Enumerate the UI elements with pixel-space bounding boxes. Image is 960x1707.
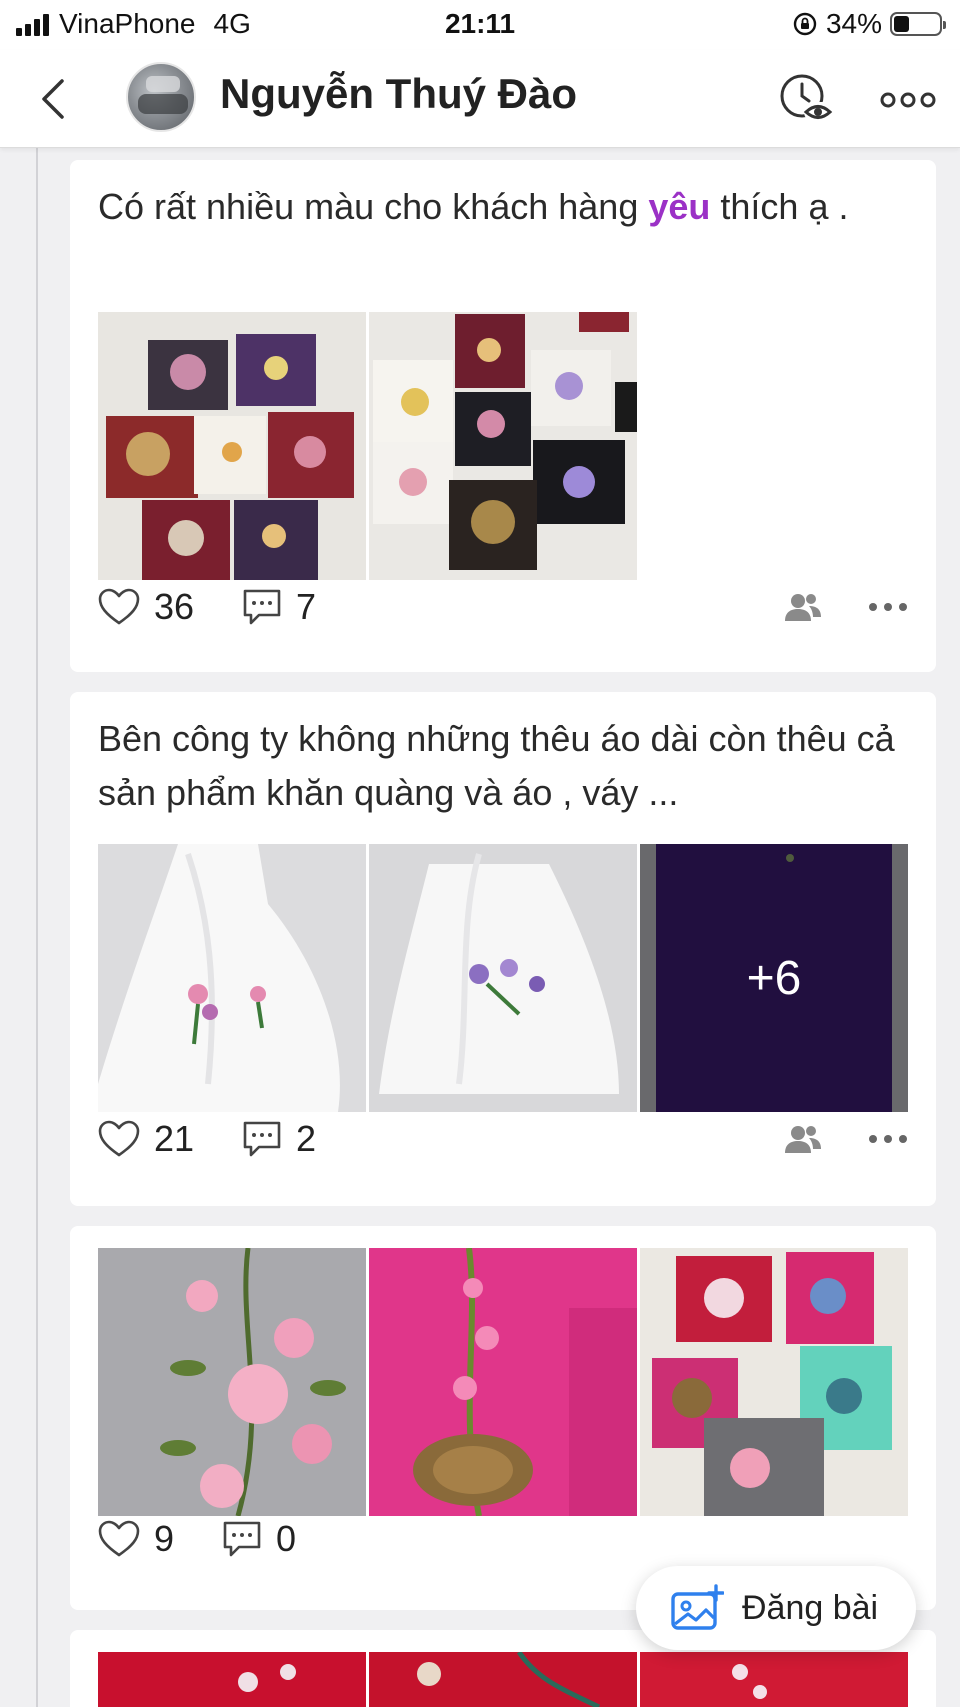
post-card: 9 0 (70, 1226, 936, 1610)
photo-thumbnail[interactable] (98, 312, 366, 580)
photo-grid (98, 312, 637, 580)
photo-thumbnail[interactable] (369, 312, 637, 580)
photo-grid: +6 (98, 844, 908, 1112)
timeline-rail (36, 148, 38, 1707)
post-more-icon[interactable] (868, 1134, 908, 1144)
post-text-part: Có rất nhiều màu cho khách hàng (98, 186, 649, 227)
photo-thumbnail[interactable] (98, 1248, 366, 1516)
create-post-button[interactable]: Đăng bài (636, 1566, 916, 1650)
page-title: Nguyễn Thuý Đào (220, 70, 578, 117)
comment-button[interactable]: 0 (222, 1518, 296, 1560)
photo-grid (98, 1248, 908, 1516)
status-bar: VinaPhone 4G 21:11 34% (0, 0, 960, 50)
heart-icon (98, 588, 140, 625)
post-actions: 9 0 (98, 1514, 908, 1564)
like-count: 36 (154, 586, 195, 627)
comment-icon (243, 1121, 281, 1157)
embroidered-fabrics-image (98, 312, 366, 580)
battery-fill (894, 16, 909, 32)
create-post-label: Đăng bài (742, 1588, 879, 1627)
photo-thumbnail[interactable] (369, 1248, 637, 1516)
post-card: Bên công ty không những thêu áo dài còn … (70, 692, 936, 1206)
photo-thumbnail[interactable] (369, 1652, 637, 1707)
friends-privacy-icon[interactable] (784, 1124, 822, 1154)
status-right: 34% (792, 8, 946, 40)
folded-fabrics-image (640, 1248, 908, 1516)
red-fabric-image (98, 1652, 366, 1707)
heart-icon (98, 1120, 140, 1157)
orientation-lock-icon (793, 12, 817, 36)
post-text: Bên công ty không những thêu áo dài còn … (98, 718, 895, 813)
heart-icon (98, 1520, 140, 1557)
like-button[interactable]: 36 (98, 586, 194, 628)
profile-header: Nguyễn Thuý Đào (0, 50, 960, 148)
battery-percent: 34% (825, 8, 882, 39)
more-photos-count: +6 (640, 844, 908, 1112)
post-text-highlight: yêu (648, 186, 711, 227)
photo-grid (98, 1652, 908, 1707)
like-button[interactable]: 9 (98, 1518, 174, 1560)
post-text: Có rất nhiều màu cho khách hàng yêu thíc… (98, 180, 912, 234)
comment-count: 2 (296, 1118, 317, 1159)
post-card: Có rất nhiều màu cho khách hàng yêu thíc… (70, 160, 936, 672)
photo-thumbnail[interactable] (369, 844, 637, 1112)
comment-count: 0 (276, 1518, 297, 1559)
clock-eye-icon (780, 74, 833, 122)
back-button[interactable] (28, 72, 78, 126)
comment-icon (243, 589, 281, 625)
add-photo-icon (671, 1584, 724, 1630)
avatar[interactable] (126, 62, 196, 132)
photo-thumbnail[interactable] (640, 1248, 908, 1516)
photo-thumbnail[interactable] (98, 1652, 366, 1707)
friends-privacy-icon[interactable] (784, 592, 822, 622)
more-horizontal-icon (880, 92, 936, 108)
post-more-icon[interactable] (868, 602, 908, 612)
post-meta-actions (784, 592, 908, 622)
red-fabric-image (640, 1652, 908, 1707)
photo-thumbnail-more[interactable]: +6 (640, 844, 908, 1112)
like-count: 21 (154, 1118, 195, 1159)
post-actions: 21 2 (98, 1114, 908, 1164)
battery-icon (890, 12, 946, 36)
white-scarf-image (369, 844, 637, 1112)
comment-icon (223, 1521, 261, 1557)
post-meta-actions (784, 1124, 908, 1154)
post-text-part: thích ạ . (710, 186, 849, 227)
photo-thumbnail[interactable] (640, 1652, 908, 1707)
comment-button[interactable]: 7 (242, 586, 316, 628)
white-scarf-image (98, 844, 366, 1112)
red-fabric-image (369, 1652, 637, 1707)
comment-button[interactable]: 2 (242, 1118, 316, 1160)
comment-count: 7 (296, 586, 317, 627)
grey-fabric-roses-image (98, 1248, 366, 1516)
pink-fabric-orchids-image (369, 1248, 637, 1516)
more-button[interactable] (878, 72, 938, 128)
photo-thumbnail[interactable] (98, 844, 366, 1112)
history-button[interactable] (776, 72, 836, 128)
post-actions: 36 7 (98, 582, 908, 632)
like-count: 9 (154, 1518, 175, 1559)
like-button[interactable]: 21 (98, 1118, 194, 1160)
embroidered-fabrics-image (369, 312, 637, 580)
chevron-left-icon (42, 79, 64, 119)
